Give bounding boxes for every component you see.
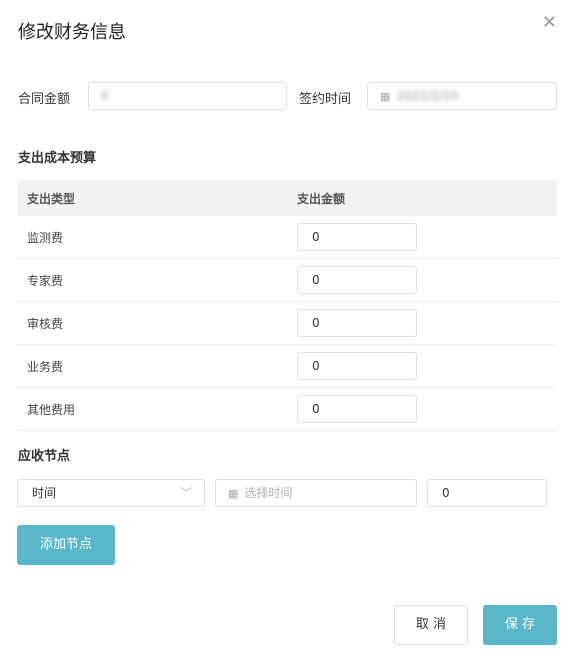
sign-date-value: 2022/2/10 [396,89,458,103]
close-icon[interactable]: ✕ [542,14,557,32]
add-node-button[interactable]: 添加节点 [17,525,115,565]
row-type: 其他费用 [27,402,76,417]
calendar-icon: ▦ [380,90,391,103]
row-amount-input[interactable]: 0 [297,395,417,423]
row-type: 业务费 [27,359,64,374]
row-amount-input[interactable]: 0 [297,352,417,380]
table-row: 审核费 0 [17,302,557,345]
table-row: 专家费 0 [17,259,557,302]
header-type: 支出类型 [27,191,76,206]
dialog-title: 修改财务信息 [18,22,126,43]
row-type: 监测费 [27,230,64,245]
node-type-select[interactable]: 时间 ﹀ [17,479,205,507]
table-row: 业务费 0 [17,345,557,388]
table-row: 其他费用 0 [17,388,557,431]
contract-amount-value: 0 [101,89,109,103]
row-amount-input[interactable]: 0 [297,223,417,251]
row-amount-input[interactable]: 0 [297,309,417,337]
node-date-input[interactable]: ▦ 选择时间 [215,479,417,507]
node-date-placeholder: 选择时间 [244,486,293,500]
table-header: 支出类型 支出金额 [17,180,557,216]
receivable-section-title: 应收节点 [18,449,71,464]
budget-table: 支出类型 支出金额 监测费 0 专家费 0 审核费 0 业务费 0 其他费用 0 [17,180,557,431]
cancel-button[interactable]: 取 消 [394,605,468,645]
contract-amount-label: 合同金额 [18,92,71,107]
node-amount-value: 0 [442,486,450,500]
save-button[interactable]: 保 存 [483,605,557,645]
table-row: 监测费 0 [17,216,557,259]
row-type: 审核费 [27,316,64,331]
budget-section-title: 支出成本预算 [18,151,97,166]
sign-date-input[interactable]: ▦ 2022/2/10 [367,82,557,110]
sign-date-label: 签约时间 [299,92,352,107]
contract-amount-input[interactable]: 0 [88,82,287,110]
node-amount-input[interactable]: 0 [427,479,547,507]
header-amount: 支出金额 [297,191,346,206]
row-type: 专家费 [27,273,64,288]
row-amount-input[interactable]: 0 [297,266,417,294]
chevron-down-icon: ﹀ [179,486,192,500]
calendar-icon: ▦ [228,487,239,500]
node-type-value: 时间 [32,486,57,500]
